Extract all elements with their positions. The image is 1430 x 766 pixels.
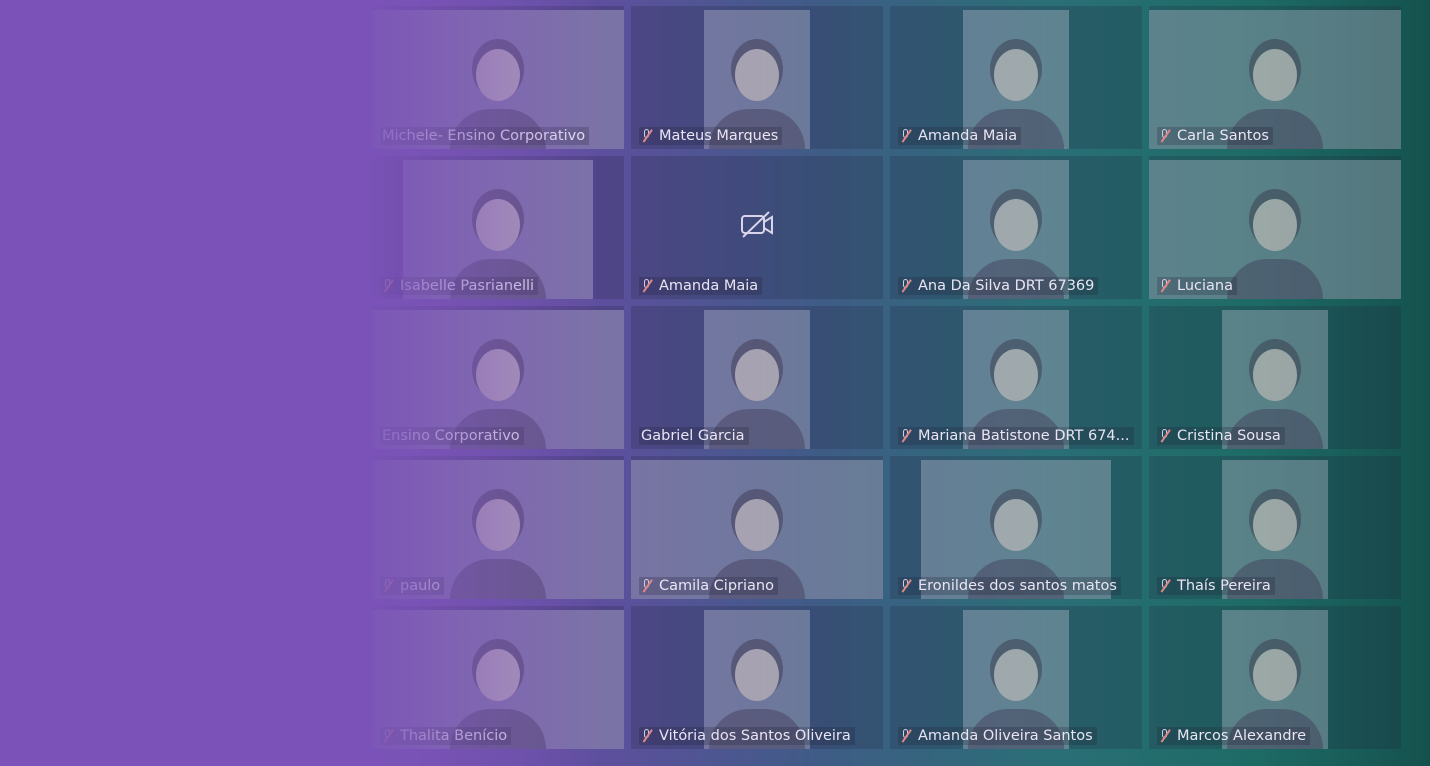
participant-name-label: Vitória dos Santos Oliveira: [639, 727, 855, 745]
mic-muted-icon: [641, 129, 653, 143]
participant-name-label: Carla Santos: [1157, 127, 1273, 145]
mic-muted-icon: [641, 279, 653, 293]
participant-tile[interactable]: Michele- Ensino Corporativo: [372, 6, 624, 149]
participant-silhouette: [450, 489, 546, 599]
participant-name-label: Marcos Alexandre: [1157, 727, 1311, 745]
participant-tile[interactable]: Ensino Corporativo: [372, 306, 624, 449]
participant-tile[interactable]: Ana Da Silva DRT 67369: [890, 156, 1142, 299]
mic-muted-icon: [382, 279, 394, 293]
participant-tile[interactable]: Carla Santos: [1149, 6, 1401, 149]
camera-off-icon: [741, 210, 773, 238]
participant-name-label: paulo: [380, 577, 445, 595]
participant-tile[interactable]: Mariana Batistone DRT 674...: [890, 306, 1142, 449]
participant-tile[interactable]: Marcos Alexandre: [1149, 606, 1401, 749]
participant-name-label: Luciana: [1157, 277, 1237, 295]
participant-name-label: Amanda Maia: [898, 127, 1022, 145]
mic-muted-icon: [1159, 729, 1171, 743]
participant-name-label: Mariana Batistone DRT 674...: [898, 427, 1134, 445]
mic-muted-icon: [1159, 279, 1171, 293]
participant-tile[interactable]: Amanda Maia: [631, 156, 883, 299]
mic-muted-icon: [1159, 579, 1171, 593]
participant-name-label: Amanda Oliveira Santos: [898, 727, 1097, 745]
mic-muted-icon: [641, 579, 653, 593]
participant-name-label: Ensino Corporativo: [380, 427, 524, 445]
participant-tile[interactable]: Vitória dos Santos Oliveira: [631, 606, 883, 749]
mic-muted-icon: [900, 729, 912, 743]
participant-name-label: Mateus Marques: [639, 127, 783, 145]
participant-silhouette: [1227, 189, 1323, 299]
participant-tile[interactable]: Thalita Benício: [372, 606, 624, 749]
mic-muted-icon: [382, 579, 394, 593]
participant-tile[interactable]: Eronildes dos santos matos: [890, 456, 1142, 599]
mic-muted-icon: [900, 279, 912, 293]
participant-name-label: Isabelle Pasrianelli: [380, 277, 539, 295]
participant-tile[interactable]: Amanda Oliveira Santos: [890, 606, 1142, 749]
participant-tile[interactable]: Cristina Sousa: [1149, 306, 1401, 449]
participant-name-label: Thaís Pereira: [1157, 577, 1275, 595]
mic-muted-icon: [1159, 429, 1171, 443]
participant-name-label: Michele- Ensino Corporativo: [380, 127, 590, 145]
participant-name-label: Eronildes dos santos matos: [898, 577, 1121, 595]
participant-tile[interactable]: Mateus Marques: [631, 6, 883, 149]
participant-tile[interactable]: Gabriel Garcia: [631, 306, 883, 449]
mic-muted-icon: [641, 729, 653, 743]
participant-tile[interactable]: Camila Cipriano: [631, 456, 883, 599]
participant-tile[interactable]: paulo: [372, 456, 624, 599]
participant-name-label: Camila Cipriano: [639, 577, 778, 595]
participant-name-label: Thalita Benício: [380, 727, 512, 745]
mic-muted-icon: [900, 579, 912, 593]
mic-muted-icon: [900, 429, 912, 443]
mic-muted-icon: [1159, 129, 1171, 143]
video-grid: Michele- Ensino Corporativo Mateus Marqu…: [372, 6, 1404, 752]
participant-name-label: Gabriel Garcia: [639, 427, 749, 445]
participant-tile[interactable]: Luciana: [1149, 156, 1401, 299]
participant-tile[interactable]: Amanda Maia: [890, 6, 1142, 149]
mic-muted-icon: [382, 729, 394, 743]
participant-name-label: Amanda Maia: [639, 277, 763, 295]
participant-tile[interactable]: Thaís Pereira: [1149, 456, 1401, 599]
participant-tile[interactable]: Isabelle Pasrianelli: [372, 156, 624, 299]
participant-name-label: Cristina Sousa: [1157, 427, 1285, 445]
participant-name-label: Ana Da Silva DRT 67369: [898, 277, 1099, 295]
mic-muted-icon: [900, 129, 912, 143]
